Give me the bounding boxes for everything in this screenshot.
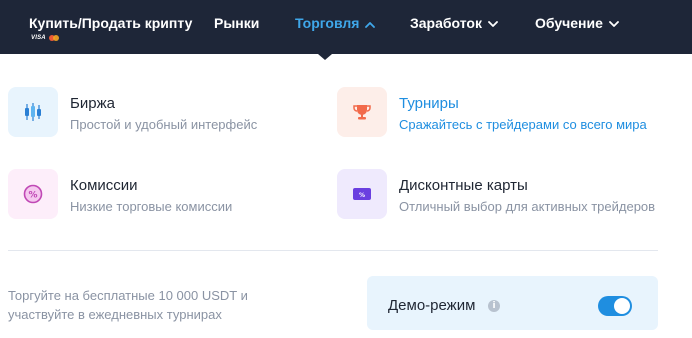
trophy-icon	[337, 87, 387, 137]
menu-item-fees[interactable]: % Комиссии Низкие торговые комиссии	[8, 169, 308, 219]
top-navigation: Купить/Продать крипту VISA Рынки Торговл…	[0, 0, 692, 54]
dropdown-pointer	[318, 54, 332, 60]
chevron-down-icon	[488, 20, 498, 27]
nav-earn-label: Заработок	[410, 15, 482, 31]
visa-logo: VISA	[31, 35, 46, 41]
discount-card-icon: %	[337, 169, 387, 219]
promo-text: Торгуйте на бесплатные 10 000 USDT и уча…	[8, 288, 248, 322]
menu-item-exchange-title: Биржа	[70, 95, 115, 112]
chevron-up-icon	[365, 21, 376, 28]
nav-trading[interactable]: Торговля	[295, 15, 376, 31]
nav-markets[interactable]: Рынки	[214, 15, 259, 31]
payment-methods: VISA	[31, 35, 59, 41]
demo-mode-toggle[interactable]	[598, 296, 632, 316]
menu-item-discount-cards[interactable]: % Дисконтные карты Отличный выбор для ак…	[337, 169, 667, 219]
menu-item-fees-title: Комиссии	[70, 177, 138, 194]
discount-percent-symbol: %	[359, 192, 365, 199]
menu-item-exchange[interactable]: Биржа Простой и удобный интерфейс	[8, 87, 308, 137]
percent-circle-icon: %	[8, 169, 58, 219]
toggle-knob	[614, 298, 630, 314]
mastercard-icon	[48, 35, 59, 41]
menu-item-tournaments-title: Турниры	[399, 95, 459, 112]
menu-item-tournaments-desc: Сражайтесь с трейдерами со всего мира	[399, 117, 647, 132]
divider	[8, 250, 658, 251]
demo-mode-panel: Демо-режим i	[367, 276, 658, 330]
nav-earn[interactable]: Заработок	[410, 15, 498, 31]
menu-item-fees-desc: Низкие торговые комиссии	[70, 199, 233, 214]
menu-item-exchange-desc: Простой и удобный интерфейс	[70, 117, 258, 132]
nav-learn[interactable]: Обучение	[535, 15, 619, 31]
candlestick-icon	[8, 87, 58, 137]
menu-item-discount-cards-title: Дисконтные карты	[399, 177, 528, 194]
chevron-down-icon	[609, 20, 619, 27]
menu-item-discount-cards-desc: Отличный выбор для активных трейдеров	[399, 199, 656, 214]
demo-mode-label: Демо-режим	[388, 297, 476, 314]
menu-item-tournaments[interactable]: Турниры Сражайтесь с трейдерами со всего…	[337, 87, 667, 137]
nav-trading-label: Торговля	[295, 15, 360, 31]
info-icon[interactable]: i	[488, 300, 500, 312]
fees-percent-symbol: %	[28, 191, 37, 201]
nav-learn-label: Обучение	[535, 15, 603, 31]
nav-buy-sell-crypto[interactable]: Купить/Продать крипту	[29, 15, 192, 31]
